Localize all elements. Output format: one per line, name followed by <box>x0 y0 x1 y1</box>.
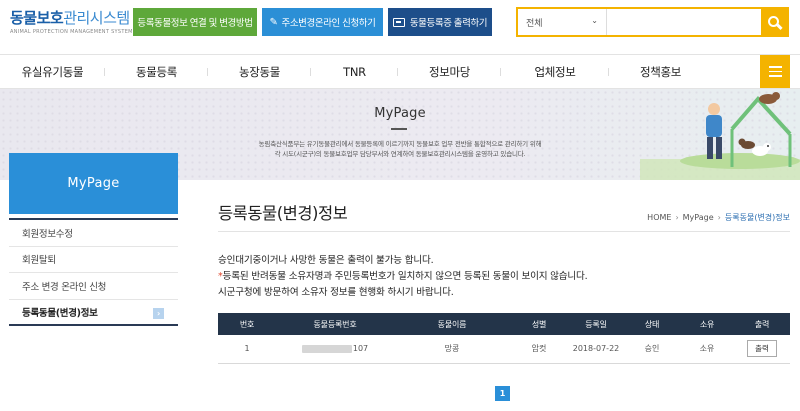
register-link-label: 등록동물정보 연결 및 변경방법 <box>137 18 253 29</box>
sidebar-item-label: 회원탈퇴 <box>22 255 56 267</box>
breadcrumb-mypage[interactable]: MyPage <box>683 213 714 222</box>
cell-sex: 암컷 <box>510 335 568 364</box>
col-header-date: 등록일 <box>568 313 624 335</box>
print-certificate-label: 동물등록증 출력하기 <box>409 18 488 29</box>
search-scope-select[interactable]: 전체 ⌄ <box>518 9 606 35</box>
cell-no: 1 <box>218 335 276 364</box>
registered-animals-table: 번호 동물등록번호 동물이름 성별 등록일 상태 소유 출력 1 107 망콩 … <box>218 313 790 364</box>
breadcrumb-home[interactable]: HOME <box>647 213 671 222</box>
search-bar: 전체 ⌄ <box>516 7 789 37</box>
nav-item-tnr[interactable]: TNR <box>311 55 398 88</box>
sidebar-item-edit-profile[interactable]: 회원정보수정 <box>9 220 178 247</box>
hero-divider <box>391 128 407 130</box>
notice-line-2-text: 등록된 반려동물 소유자명과 주민등록번호가 일치하지 않으면 등록된 동물이 … <box>222 271 588 282</box>
col-header-status: 상태 <box>624 313 680 335</box>
logo-title-b: 관리시스템 <box>63 9 130 27</box>
col-header-reg-no: 동물등록번호 <box>276 313 394 335</box>
nav-item-farm-animals[interactable]: 농장동물 <box>208 55 311 88</box>
logo-subtitle: ANIMAL PROTECTION MANAGEMENT SYSTEM <box>10 29 133 35</box>
title-divider <box>218 231 790 232</box>
notice-line-3: 시군구청에 방문하여 소유자 정보를 현행화 하시기 바랍니다. <box>218 287 454 298</box>
col-header-print: 출력 <box>734 313 790 335</box>
cell-reg-no: 107 <box>276 335 394 364</box>
menu-line <box>768 70 782 73</box>
cell-own: 소유 <box>680 335 734 364</box>
sidebar-item-label: 회원정보수정 <box>22 228 73 240</box>
print-certificate-button[interactable]: 동물등록증 출력하기 <box>388 8 492 36</box>
sidebar-item-registered-animals[interactable]: 등록동물(변경)정보 › <box>9 300 178 326</box>
col-header-own: 소유 <box>680 313 734 335</box>
nav-item-policy[interactable]: 정책홍보 <box>609 55 712 88</box>
address-change-button[interactable]: ✎ 주소변경온라인 신청하기 <box>262 8 383 36</box>
menu-line <box>768 75 782 77</box>
sidebar-item-label: 등록동물(변경)정보 <box>22 307 98 319</box>
address-change-label: 주소변경온라인 신청하기 <box>281 18 376 29</box>
cell-date: 2018-07-22 <box>568 335 624 364</box>
search-input[interactable] <box>606 9 763 35</box>
nav-item-business-info[interactable]: 업체정보 <box>501 55 609 88</box>
breadcrumb: HOME › MyPage › 등록동물(변경)정보 <box>647 212 790 223</box>
reg-no-suffix: 107 <box>352 344 369 354</box>
sidebar-menu: 회원정보수정 회원탈퇴 주소 변경 온라인 신청 등록동물(변경)정보 › <box>9 218 178 326</box>
col-header-name: 동물이름 <box>394 313 510 335</box>
search-icon <box>767 15 779 27</box>
table-row: 1 107 망콩 암컷 2018-07-22 승인 소유 출력 <box>218 335 790 364</box>
search-scope-value: 전체 <box>526 19 543 29</box>
chevron-right-icon: › <box>717 213 721 222</box>
sidebar-item-withdraw[interactable]: 회원탈퇴 <box>9 247 178 273</box>
chevron-right-icon: › <box>675 213 679 222</box>
pagination-page-1[interactable]: 1 <box>495 386 510 401</box>
cell-name: 망콩 <box>394 335 510 364</box>
page-title: 등록동물(변경)정보 <box>218 204 348 223</box>
register-link-button[interactable]: 등록동물정보 연결 및 변경방법 <box>133 8 257 36</box>
sidebar-item-label: 주소 변경 온라인 신청 <box>22 281 107 293</box>
col-header-sex: 성별 <box>510 313 568 335</box>
chevron-right-icon: › <box>153 307 164 319</box>
search-button[interactable] <box>761 9 787 35</box>
breadcrumb-current: 등록동물(변경)정보 <box>724 213 790 222</box>
cell-status: 승인 <box>624 335 680 364</box>
card-icon <box>392 17 405 27</box>
table-header-row: 번호 동물등록번호 동물이름 성별 등록일 상태 소유 출력 <box>218 313 790 335</box>
pencil-icon: ✎ <box>269 16 278 28</box>
col-header-no: 번호 <box>218 313 276 335</box>
nav-item-info[interactable]: 정보마당 <box>398 55 501 88</box>
nav-item-animal-registration[interactable]: 동물등록 <box>105 55 208 88</box>
chevron-down-icon: ⌄ <box>591 16 598 25</box>
logo-title: 동물보호관리시스템 <box>10 7 133 28</box>
sidebar-item-address-change[interactable]: 주소 변경 온라인 신청 <box>9 273 178 300</box>
notice-line-2: *등록된 반려동물 소유자명과 주민등록번호가 일치하지 않으면 등록된 동물이… <box>218 269 588 285</box>
cell-print: 출력 <box>734 335 790 364</box>
print-button[interactable]: 출력 <box>747 340 777 358</box>
hamburger-menu-button[interactable] <box>760 55 790 88</box>
notice-line-1: 승인대기중이거나 사망한 동물은 출력이 불가능 합니다. <box>218 255 434 266</box>
site-logo[interactable]: 동물보호관리시스템 ANIMAL PROTECTION MANAGEMENT S… <box>10 7 133 35</box>
hero-illustration <box>640 92 800 180</box>
nav-item-lost-animals[interactable]: 유실유기동물 <box>0 55 105 88</box>
top-header: 동물보호관리시스템 ANIMAL PROTECTION MANAGEMENT S… <box>0 0 800 46</box>
logo-title-a: 동물보호 <box>10 9 64 27</box>
sidebar-title: MyPage <box>9 153 178 214</box>
notice-text: 승인대기중이거나 사망한 동물은 출력이 불가능 합니다. *등록된 반려동물 … <box>218 253 588 301</box>
menu-line <box>768 66 782 68</box>
main-nav: 유실유기동물 동물등록 농장동물 TNR 정보마당 업체정보 정책홍보 <box>0 54 800 89</box>
masked-value <box>301 344 352 353</box>
